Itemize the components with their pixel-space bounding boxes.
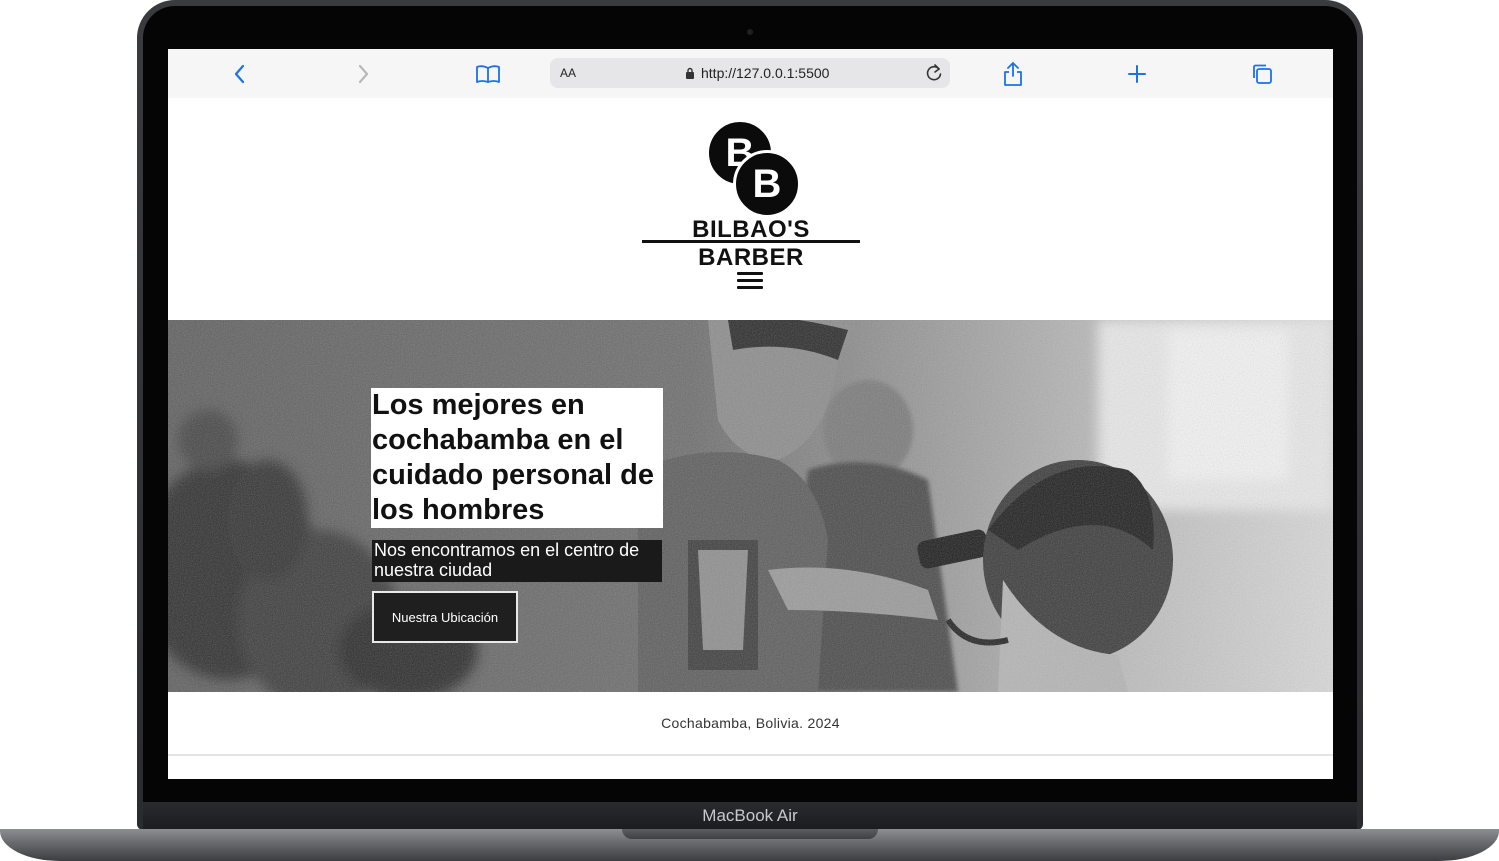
brand-name[interactable]: BILBAO'S BARBER xyxy=(642,216,860,272)
hero-subtitle: Nos encontramos en el centro de nuestra … xyxy=(372,540,662,582)
site-footer: Cochabamba, Bolivia. 2024 xyxy=(168,692,1333,756)
new-tab-icon[interactable] xyxy=(1122,59,1152,89)
device-label: MacBook Air xyxy=(702,806,798,825)
logo-b-bottom[interactable]: B xyxy=(733,150,801,218)
laptop-notch xyxy=(622,829,878,839)
reload-icon[interactable] xyxy=(924,62,944,89)
hero-banner: Los mejores en cochabamba en el cuidado … xyxy=(168,320,1333,692)
text-size-button[interactable]: AA xyxy=(560,66,576,80)
hero-photo xyxy=(168,320,1333,692)
url-text: http://127.0.0.1:5500 xyxy=(701,65,830,81)
camera-icon xyxy=(747,29,753,35)
back-icon[interactable] xyxy=(225,59,255,89)
tabs-icon[interactable] xyxy=(1247,59,1277,89)
hero-title: Los mejores en cochabamba en el cuidado … xyxy=(371,388,663,528)
footer-text: Cochabamba, Bolivia. 2024 xyxy=(661,715,840,731)
browser-screen: AA http://127.0.0.1:5500 B B BILBAO'S BA… xyxy=(168,49,1333,779)
address-bar[interactable]: AA http://127.0.0.1:5500 xyxy=(550,58,950,88)
location-button[interactable]: Nuestra Ubicación xyxy=(372,591,518,643)
laptop-hinge: MacBook Air xyxy=(143,802,1357,830)
lock-icon xyxy=(686,67,694,79)
site-header: B B BILBAO'S BARBER xyxy=(168,98,1333,321)
bookmarks-icon[interactable] xyxy=(473,59,503,89)
browser-toolbar: AA http://127.0.0.1:5500 xyxy=(168,49,1333,99)
hamburger-icon[interactable] xyxy=(737,268,763,294)
share-icon[interactable] xyxy=(998,59,1028,89)
brand-underline xyxy=(642,240,860,243)
forward-icon[interactable] xyxy=(348,59,378,89)
